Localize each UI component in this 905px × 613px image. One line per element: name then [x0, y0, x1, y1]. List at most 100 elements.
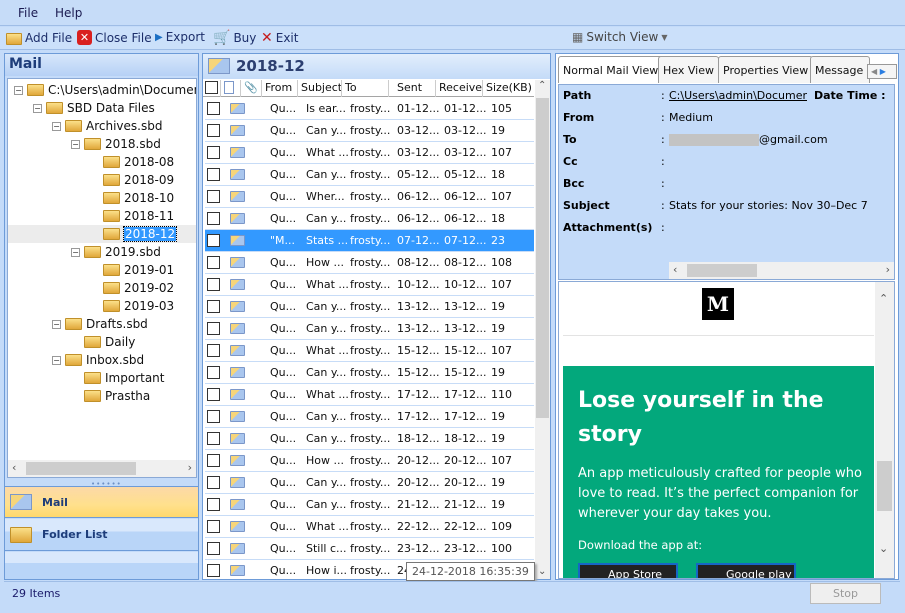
scroll-up-icon[interactable]: ⌃: [879, 292, 888, 305]
table-row[interactable]: Qu... Can y... frosty... 18-12... 18-12... 19: [205, 428, 534, 450]
scroll-down-icon[interactable]: ⌄: [879, 542, 888, 555]
row-checkbox[interactable]: [207, 322, 220, 335]
row-checkbox[interactable]: [207, 102, 220, 115]
column-type[interactable]: [221, 80, 241, 97]
scroll-up-icon[interactable]: ⌃: [538, 80, 546, 91]
table-row[interactable]: Qu... What ... frosty... 17-12... 17-12... 11…: [205, 384, 534, 406]
row-checkbox[interactable]: [207, 124, 220, 137]
add-file-button[interactable]: Add File: [6, 30, 72, 46]
tree-node[interactable]: − C:\Users\admin\Documents: [14, 81, 196, 99]
column-to[interactable]: To: [342, 80, 389, 97]
tree-node[interactable]: − Drafts.sbd: [52, 315, 148, 333]
row-checkbox[interactable]: [207, 388, 220, 401]
tree-node[interactable]: − Archives.sbd: [52, 117, 162, 135]
tree-node[interactable]: 2018-09: [90, 171, 174, 189]
tree-node[interactable]: 2018-11: [90, 207, 174, 225]
tab-hex-view[interactable]: Hex View: [658, 56, 719, 83]
details-horizontal-scrollbar[interactable]: ‹ ›: [669, 262, 894, 279]
row-checkbox[interactable]: [207, 366, 220, 379]
column-size[interactable]: Size(KB): [483, 80, 534, 97]
table-row[interactable]: Qu... What ... frosty... 10-12... 10-12... 10…: [205, 274, 534, 296]
tab-normal-mail-view[interactable]: Normal Mail View: [558, 56, 664, 83]
row-checkbox[interactable]: [207, 542, 220, 555]
tree-node[interactable]: Prastha: [71, 387, 150, 405]
table-row[interactable]: Qu... What ... frosty... 15-12... 15-12... 10…: [205, 340, 534, 362]
row-checkbox[interactable]: [207, 454, 220, 467]
column-attachment[interactable]: 📎: [241, 80, 262, 97]
stop-button[interactable]: Stop: [810, 583, 881, 604]
row-checkbox[interactable]: [207, 520, 220, 533]
row-checkbox[interactable]: [207, 234, 220, 247]
row-checkbox[interactable]: [207, 256, 220, 269]
table-row[interactable]: Qu... What ... frosty... 03-12... 03-12... 10…: [205, 142, 534, 164]
row-checkbox[interactable]: [207, 410, 220, 423]
app-store-button[interactable]: App Store: [578, 563, 678, 578]
arrow-left-icon[interactable]: ◀: [871, 67, 877, 76]
exit-button[interactable]: ✕ Exit: [261, 30, 298, 46]
table-row[interactable]: Qu... Can y... frosty... 21-12... 21-12... 19: [205, 494, 534, 516]
tree-node[interactable]: 2019-03: [90, 297, 174, 315]
row-checkbox[interactable]: [207, 212, 220, 225]
tab-properties-view[interactable]: Properties View: [718, 56, 814, 83]
column-from[interactable]: From: [262, 80, 298, 97]
scroll-thumb[interactable]: [687, 264, 757, 277]
row-checkbox[interactable]: [207, 300, 220, 313]
row-checkbox[interactable]: [207, 564, 220, 577]
collapse-icon[interactable]: −: [33, 103, 42, 113]
tree-node[interactable]: Daily: [71, 333, 135, 351]
row-checkbox[interactable]: [207, 476, 220, 489]
path-link[interactable]: C:\Users\admin\Documents\: [669, 89, 807, 102]
table-row[interactable]: Qu... Can y... frosty... 15-12... 15-12... 19: [205, 362, 534, 384]
tree-node[interactable]: 2018-10: [90, 189, 174, 207]
table-row[interactable]: Qu... Still c... frosty... 23-12... 23-12...…: [205, 538, 534, 560]
buy-button[interactable]: 🛒 Buy: [213, 30, 256, 46]
table-row[interactable]: Qu... Can y... frosty... 20-12... 20-12... 19: [205, 472, 534, 494]
collapse-icon[interactable]: −: [14, 85, 23, 95]
collapse-icon[interactable]: −: [52, 355, 61, 365]
arrow-right-icon[interactable]: ▶: [880, 67, 886, 76]
table-row[interactable]: Qu... Can y... frosty... 05-12... 05-12... 18: [205, 164, 534, 186]
tab-scroll-arrows[interactable]: ◀ ▶: [867, 64, 897, 79]
table-row[interactable]: Qu... How ... frosty... 08-12... 08-12... 108: [205, 252, 534, 274]
row-checkbox[interactable]: [207, 498, 220, 511]
scroll-thumb[interactable]: [877, 461, 892, 511]
tree-node[interactable]: −2019.sbd: [71, 243, 161, 261]
column-receive[interactable]: Receive: [436, 80, 483, 97]
row-checkbox[interactable]: [207, 190, 220, 203]
google-play-button[interactable]: Google play: [696, 563, 796, 578]
menu-help[interactable]: Help: [55, 6, 82, 20]
scroll-right-icon[interactable]: ›: [188, 461, 192, 474]
column-sent[interactable]: Sent: [389, 80, 436, 97]
menu-file[interactable]: File: [18, 6, 38, 20]
tree-node[interactable]: −2018.sbd: [71, 135, 161, 153]
tree-node[interactable]: 2019-02: [90, 279, 174, 297]
tab-message[interactable]: Message: [810, 56, 870, 83]
collapse-icon[interactable]: −: [71, 139, 80, 149]
collapse-icon[interactable]: −: [52, 121, 61, 131]
row-checkbox[interactable]: [207, 146, 220, 159]
table-row[interactable]: Qu... Is ear... frosty... 01-12... 01-12... 1…: [205, 98, 534, 120]
export-button[interactable]: ▶ Export: [155, 30, 205, 44]
tree-node[interactable]: − Inbox.sbd: [52, 351, 144, 369]
collapse-icon[interactable]: −: [71, 247, 80, 257]
scroll-left-icon[interactable]: ‹: [673, 263, 677, 276]
row-checkbox[interactable]: [207, 278, 220, 291]
table-row[interactable]: Qu... Can y... frosty... 06-12... 06-12... 18: [205, 208, 534, 230]
tree-node[interactable]: 2018-08: [90, 153, 174, 171]
scroll-thumb[interactable]: [536, 98, 549, 418]
tree-node[interactable]: − SBD Data Files: [33, 99, 155, 117]
tree-node[interactable]: Important: [71, 369, 165, 387]
row-checkbox[interactable]: [207, 344, 220, 357]
tree-horizontal-scrollbar[interactable]: ‹ ›: [8, 460, 196, 477]
column-subject[interactable]: Subject: [298, 80, 342, 97]
nav-folder-list-button[interactable]: Folder List: [5, 519, 198, 551]
list-vertical-scrollbar[interactable]: ⌃ ⌄: [535, 80, 550, 579]
scroll-left-icon[interactable]: ‹: [12, 461, 16, 474]
table-row[interactable]: Qu... How ... frosty... 20-12... 20-12... 107: [205, 450, 534, 472]
table-row[interactable]: Qu... Can y... frosty... 13-12... 13-12... 19: [205, 296, 534, 318]
table-row[interactable]: "M... Stats ... frosty... 07-12... 07-12... 2…: [205, 230, 534, 252]
select-all-checkbox[interactable]: [203, 80, 221, 97]
tree-node[interactable]: 2018-12: [8, 225, 196, 243]
scroll-right-icon[interactable]: ›: [886, 263, 890, 276]
scroll-thumb[interactable]: [26, 462, 136, 475]
